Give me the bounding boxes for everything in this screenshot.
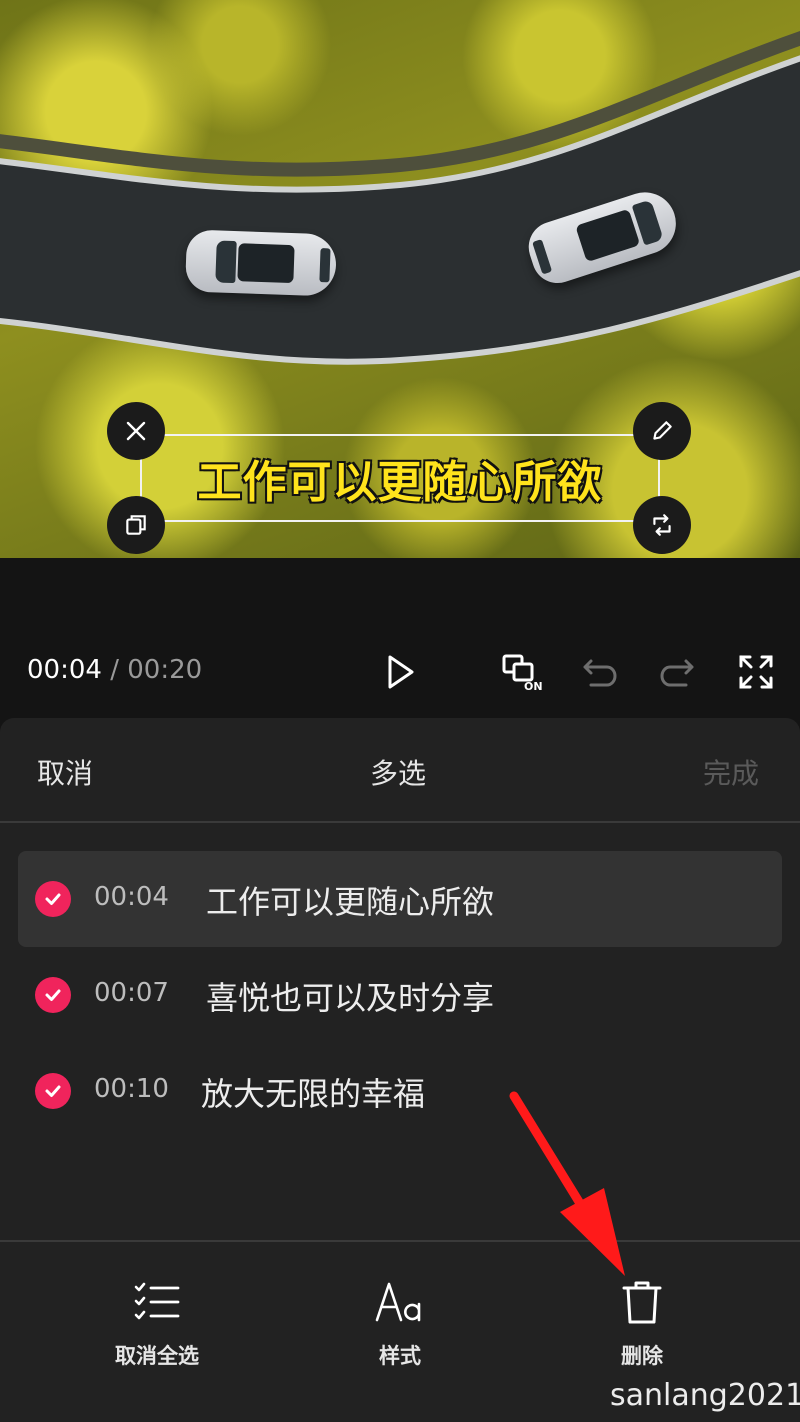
style-button[interactable]: 样式 [335,1276,465,1372]
play-button[interactable] [378,650,422,694]
fullscreen-icon [739,655,773,689]
subtitle-text: 喜悦也可以及时分享 [206,979,495,1017]
header-divider [0,821,800,823]
rotate-icon [653,514,671,536]
check-icon [45,893,61,905]
total-duration: 00:20 [127,655,203,685]
subtitle-selection-box[interactable]: 工作可以更随心所欲 [140,434,660,522]
keyframe-on-icon: ON [502,654,543,692]
close-icon [126,421,146,441]
fullscreen-button[interactable] [734,650,778,694]
toolbar-divider [0,1240,800,1242]
check-icon [45,989,61,1001]
rotate-scale-handle[interactable] [633,496,691,554]
subtitle-time: 00:07 [94,978,169,1008]
redo-button[interactable] [655,650,699,694]
subtitle-text: 放大无限的幸福 [201,1075,426,1113]
current-time: 00:04 [27,655,102,685]
time-separator: / [110,655,119,685]
trash-icon [622,1281,662,1324]
svg-text:ON: ON [524,680,543,692]
subtitle-time: 00:10 [94,1074,169,1104]
checkbox-checked[interactable] [35,1073,71,1109]
pencil-icon [653,421,672,440]
cancel-button[interactable]: 取消 [37,752,93,792]
text-style-icon [375,1282,421,1322]
copy-handle[interactable] [107,496,165,554]
keyframe-on-button[interactable]: ON [500,650,544,694]
edit-handle[interactable] [633,402,691,460]
subtitle-row[interactable]: 00:07 喜悦也可以及时分享 [18,947,782,1043]
subtitle-text: 工作可以更随心所欲 [206,883,495,921]
copy-icon [126,515,146,535]
time-display: 00:04 / 00:20 [27,655,202,685]
watermark: sanlang2021 [610,1378,800,1413]
checkbox-checked[interactable] [35,977,71,1013]
panel-title: 多选 [370,757,427,790]
delete-label: 删除 [621,1344,663,1368]
subtitle-row[interactable]: 00:04 工作可以更随心所欲 [18,851,782,947]
checklist-icon [134,1282,180,1320]
redo-icon [660,659,694,687]
subtitle-time: 00:04 [94,882,169,912]
check-icon [45,1085,61,1097]
subtitle-overlay-text: 工作可以更随心所欲 [197,456,603,509]
checkbox-checked[interactable] [35,881,71,917]
play-icon [388,655,414,689]
undo-button[interactable] [578,650,622,694]
delete-button[interactable]: 删除 [577,1276,707,1372]
undo-icon [583,659,617,687]
remove-handle[interactable] [107,402,165,460]
preview-letterbox [0,558,800,628]
deselect-all-button[interactable]: 取消全选 [92,1276,222,1372]
done-button[interactable]: 完成 [703,752,759,792]
subtitle-row[interactable]: 00:10 放大无限的幸福 [18,1043,782,1139]
deselect-all-label: 取消全选 [115,1344,199,1368]
style-label: 样式 [379,1344,421,1368]
video-preview[interactable]: 工作可以更随心所欲 [0,0,800,558]
car-left [184,229,338,297]
